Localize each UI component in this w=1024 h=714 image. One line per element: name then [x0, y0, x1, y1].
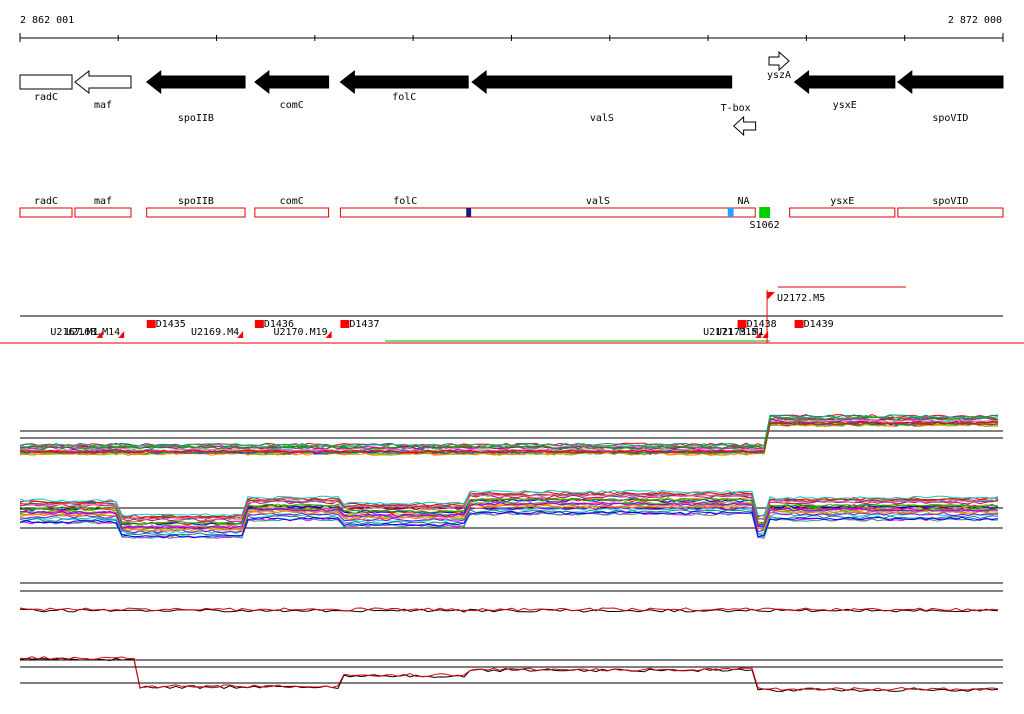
expression-summary-track[interactable]: [19, 582, 1003, 692]
gene-label-spoIIB: spoIIB: [178, 113, 214, 124]
gene-maf[interactable]: [74, 69, 132, 95]
annotation-NA[interactable]: [731, 207, 756, 218]
gene-radC[interactable]: [19, 74, 73, 90]
gene-comC[interactable]: [254, 69, 330, 95]
annotation-maf[interactable]: [74, 207, 132, 218]
segment-label: U2170.M19: [273, 327, 327, 338]
gene-spoIIB[interactable]: [145, 69, 246, 95]
annotation-label-ysxE: ysxE: [830, 196, 854, 207]
annotation-comC[interactable]: [254, 207, 330, 218]
annotation-label-radC: radC: [34, 196, 58, 207]
segment-marker[interactable]: [254, 320, 264, 328]
segment-label: U2169.M4: [191, 327, 239, 338]
gene-ysxE[interactable]: [793, 69, 896, 95]
annotation-spoIIB[interactable]: [146, 207, 246, 218]
annotation-marker: [759, 207, 771, 218]
gene-spoVID[interactable]: [896, 69, 1004, 95]
annotation-label-folC: folC: [393, 196, 417, 207]
segment-marker[interactable]: [767, 292, 776, 300]
gene-label-valS: valS: [590, 113, 614, 124]
segment-label: D1435: [156, 319, 186, 330]
expression-profile-track[interactable]: [19, 414, 1003, 540]
annotation-label-spoIIB: spoIIB: [178, 196, 214, 207]
feature-label-T-box: T-box: [721, 103, 751, 114]
gene-track[interactable]: radC maf spoIIB comC folC valS ysxE spoVID yszA T…: [19, 50, 1004, 137]
gene-label-comC: comC: [280, 100, 304, 111]
gene-label-maf: maf: [94, 100, 112, 111]
annotation-marker: [466, 208, 472, 217]
annotation-marker-label: S1062: [750, 220, 780, 231]
annotation-track[interactable]: radC maf spoIIB comC folC valS NA ysxE spoVID S10…: [19, 196, 1004, 231]
summary-antisense-trace: [19, 656, 999, 692]
annotation-label-valS: valS: [586, 196, 610, 207]
segment-marker[interactable]: [146, 320, 156, 328]
annotation-ysxE[interactable]: [789, 207, 896, 218]
segment-label: D1437: [349, 319, 379, 330]
annotation-label-spoVID: spoVID: [932, 196, 968, 207]
feature-label-yszA: yszA: [767, 70, 791, 81]
gene-label-radC: radC: [34, 92, 58, 103]
annotation-label-NA: NA: [737, 196, 749, 207]
annotation-spoVID[interactable]: [897, 207, 1004, 218]
annotation-folC[interactable]: [339, 207, 733, 218]
gene-folC[interactable]: [339, 69, 469, 95]
annotation-radC[interactable]: [19, 207, 73, 218]
gene-valS[interactable]: [471, 69, 733, 95]
segment-label: D1439: [804, 319, 834, 330]
annotation-label-maf: maf: [94, 196, 112, 207]
gene-label-ysxE: ysxE: [833, 100, 857, 111]
segment-marker[interactable]: [794, 320, 804, 328]
gene-label-spoVID: spoVID: [932, 113, 968, 124]
segmentation-track[interactable]: U2172.M5D1435 D1436 D1437 D1438 D1439U2168.M…: [0, 286, 1024, 344]
gene-label-folC: folC: [392, 92, 416, 103]
segment-label: U2172.M5: [777, 293, 825, 304]
ruler-start-label: 2 862 001: [20, 15, 74, 26]
annotation-marker: [727, 208, 734, 217]
position-ruler: 2 862 001 2 872 000: [19, 15, 1004, 42]
segment-label: U2173.M1: [716, 327, 764, 338]
genome-browser-view[interactable]: 2 862 001 2 872 000 radC maf spoIIB comC fol…: [0, 0, 1024, 714]
ruler-end-label: 2 872 000: [948, 15, 1002, 26]
segment-label: U2167.M1: [50, 327, 98, 338]
segment-marker[interactable]: [340, 320, 350, 328]
annotation-label-comC: comC: [280, 196, 304, 207]
feature-yszA[interactable]: [768, 50, 790, 72]
feature-T-box[interactable]: [732, 115, 757, 137]
